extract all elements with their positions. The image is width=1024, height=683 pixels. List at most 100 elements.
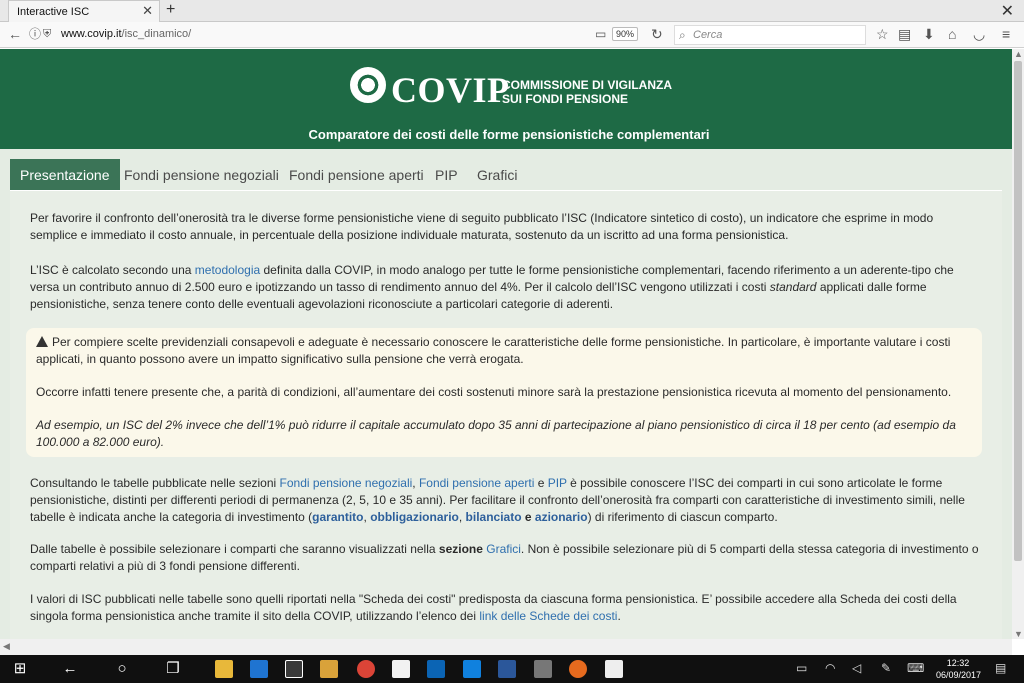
scroll-left-icon[interactable]: ◀ [3, 641, 10, 652]
tab-grafici[interactable]: Grafici [477, 159, 517, 190]
notifications-icon[interactable]: ▤ [995, 661, 1006, 675]
link-grafici[interactable]: Grafici [486, 542, 521, 556]
category-bilanciato: bilanciato [465, 510, 522, 524]
link-fondi-pensione-aperti[interactable]: Fondi pensione aperti [419, 476, 534, 490]
download-icon[interactable]: ⬇ [923, 26, 935, 42]
site-header: COVIP COMMISSIONE DI VIGILANZA SUI FONDI… [0, 49, 1012, 149]
volume-icon[interactable]: ◁ [852, 661, 861, 675]
tex-icon[interactable] [534, 660, 552, 678]
scroll-down-icon[interactable]: ▼ [1014, 629, 1023, 639]
browser-navigation-bar: ← ⓘ ⛨ www.covip.it/isc_dinamico/ ▭ 90% ↻… [0, 22, 1024, 48]
chrome-icon[interactable] [357, 660, 375, 678]
tab-fondi-pensione-negoziali[interactable]: Fondi pensione negoziali [124, 159, 279, 190]
dropbox-icon[interactable] [463, 660, 481, 678]
file-explorer-icon[interactable] [215, 660, 233, 678]
browser-tab-bar: Interactive ISC ✕ + ✕ [0, 0, 1024, 22]
bookmark-star-icon[interactable]: ☆ [876, 26, 889, 42]
zoom-level[interactable]: 90% [612, 27, 639, 41]
pen-icon[interactable]: ✎ [881, 661, 891, 675]
shield-icon[interactable]: ⛨ [43, 26, 51, 42]
web-page: COVIP COMMISSIONE DI VIGILANZA SUI FONDI… [0, 49, 1012, 639]
scheda-costi-paragraph: I valori di ISC pubblicati nelle tabelle… [30, 591, 980, 625]
outlook-icon[interactable] [427, 660, 445, 678]
battery-icon[interactable]: ▭ [796, 661, 807, 675]
reader-view-icon[interactable]: ▭ [595, 26, 606, 42]
info-icon[interactable]: ⓘ [29, 26, 41, 42]
scroll-thumb[interactable] [1014, 61, 1022, 561]
reload-icon[interactable]: ↻ [651, 26, 663, 42]
word-icon[interactable] [498, 660, 516, 678]
url-host: www.covip.it [61, 28, 122, 40]
methodology-paragraph: L’ISC è calcolato secondo una metodologi… [30, 262, 980, 313]
scheda-text-b: . [617, 609, 621, 623]
category-azionario: azionario [534, 510, 588, 524]
search-icon: ⌕ [679, 28, 686, 42]
url-path: /isc_dinamico/ [121, 28, 192, 40]
browser-tab[interactable]: Interactive ISC ✕ [8, 0, 160, 22]
presentation-panel: Per favorire il confronto dell’onerosità… [10, 190, 1002, 639]
category-obbligazionario: obbligazionario [370, 510, 459, 524]
taskbar-back-icon[interactable]: ← [60, 659, 80, 679]
intro-paragraph: Per favorire il confronto dell’onerosità… [30, 211, 934, 242]
tables-and: e [534, 476, 548, 490]
window-close-icon[interactable]: ✕ [1001, 1, 1014, 21]
search-placeholder: Cerca [693, 29, 723, 41]
notice-text-1: Per compiere scelte previdenziali consap… [36, 335, 951, 366]
tables-paragraph: Consultando le tabelle pubblicate nelle … [30, 475, 980, 526]
notice-paragraph-3: Ad esempio, un ISC del 2% invece che del… [36, 418, 956, 449]
windows-start-icon[interactable]: ⊞ [10, 659, 30, 679]
methodology-text-italic: standard [769, 280, 817, 294]
warning-icon [36, 336, 48, 347]
logo-subtitle-line2: SUI FONDI PENSIONE [502, 92, 629, 106]
methodology-link[interactable]: metodologia [195, 263, 260, 277]
new-tab-icon[interactable]: + [166, 1, 175, 19]
tab-fondi-pensione-aperti[interactable]: Fondi pensione aperti [289, 159, 424, 190]
close-tab-icon[interactable]: ✕ [142, 4, 153, 18]
tab-presentazione[interactable]: Presentazione [10, 159, 120, 190]
scroll-up-icon[interactable]: ▲ [1014, 49, 1023, 59]
notice-paragraph-2: Occorre infatti tenere presente che, a p… [36, 385, 952, 399]
tables-text-a: Consultando le tabelle pubblicate nelle … [30, 476, 280, 490]
address-bar[interactable]: www.covip.it/isc_dinamico/ [61, 28, 191, 40]
task-view-icon[interactable]: ❐ [163, 659, 183, 679]
link-pip[interactable]: PIP [548, 476, 567, 490]
app-icon[interactable] [320, 660, 338, 678]
methodology-text-a: L’ISC è calcolato secondo una [30, 263, 195, 277]
photos-icon[interactable] [605, 660, 623, 678]
search-input[interactable]: ⌕ Cerca [674, 25, 866, 45]
link-fondi-pensione-negoziali[interactable]: Fondi pensione negoziali [280, 476, 413, 490]
keyboard-icon[interactable]: ⌨ [907, 661, 924, 675]
logo-wordmark[interactable]: COVIP [391, 69, 510, 111]
taskbar-clock[interactable]: 12:32 06/09/2017 [936, 657, 982, 681]
tables-comma: , [412, 476, 419, 490]
page-subtitle: Comparatore dei costi delle forme pensio… [308, 127, 710, 142]
reading-list-icon[interactable]: ▤ [898, 26, 911, 42]
selection-bold: sezione [438, 542, 483, 556]
vertical-scrollbar[interactable]: ▲ ▼ [1012, 49, 1024, 639]
cortana-icon[interactable]: ○ [112, 659, 132, 679]
category-garantito: garantito [312, 510, 364, 524]
menu-icon[interactable]: ≡ [1002, 26, 1010, 42]
warning-notice-box: Per compiere scelte previdenziali consap… [26, 328, 982, 457]
logo-subtitle-line1: COMMISSIONE DI VIGILANZA [502, 78, 673, 92]
tab-pip[interactable]: PIP [435, 159, 458, 190]
selection-text-a: Dalle tabelle è possibile selezionare i … [30, 542, 439, 556]
clock-date: 06/09/2017 [936, 670, 982, 680]
republic-emblem-icon [350, 67, 386, 103]
store-icon[interactable] [285, 660, 303, 678]
category-sep-3: e [521, 510, 535, 524]
browser-tab-title: Interactive ISC [17, 6, 90, 18]
document-icon[interactable] [392, 660, 410, 678]
link-schede-dei-costi[interactable]: link delle Schede dei costi [479, 609, 617, 623]
firefox-icon[interactable] [569, 660, 587, 678]
horizontal-scrollbar[interactable]: ◀ [0, 639, 1012, 655]
selection-paragraph: Dalle tabelle è possibile selezionare i … [30, 541, 980, 575]
notice-paragraph-1: Per compiere scelte previdenziali consap… [36, 334, 972, 368]
home-icon[interactable]: ⌂ [948, 26, 956, 42]
category-sep-2: , [458, 510, 466, 524]
back-arrow-icon[interactable]: ← [8, 26, 22, 42]
pocket-icon[interactable]: ◡ [973, 26, 985, 42]
edge-icon[interactable] [250, 660, 268, 678]
tables-text-c: ) di riferimento di ciascun comparto. [587, 510, 778, 524]
wifi-icon[interactable]: ◠ [825, 661, 835, 675]
